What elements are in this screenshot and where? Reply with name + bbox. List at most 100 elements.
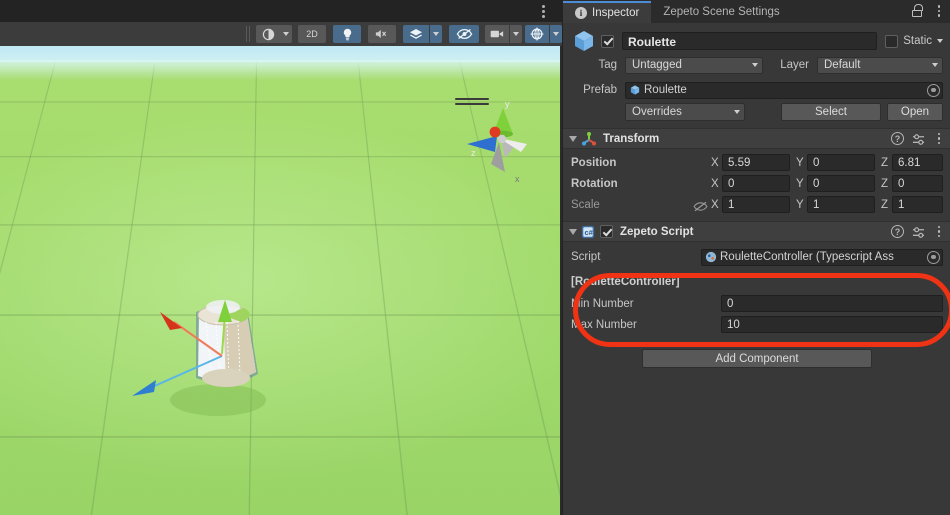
scene-camera-group[interactable] xyxy=(485,25,522,43)
static-toggle-group[interactable]: Static xyxy=(885,34,943,48)
scale-x-axis-label: X xyxy=(711,198,719,211)
zepeto-script-preset-icon[interactable] xyxy=(912,226,925,238)
roulette-controller-section-title: [RouletteController] xyxy=(571,276,680,288)
gizmo-x-label: x xyxy=(515,174,520,184)
zepeto-script-kebab-menu-icon[interactable] xyxy=(933,224,945,240)
shading-mode-icon[interactable] xyxy=(256,25,280,43)
scale-x-input[interactable]: 1 xyxy=(722,196,790,213)
inspector-kebab-menu-icon[interactable] xyxy=(933,3,945,19)
transform-preset-icon[interactable] xyxy=(912,133,925,145)
tab-zepeto-scene-settings-label: Zepeto Scene Settings xyxy=(663,6,780,18)
tab-zepeto-scene-settings[interactable]: Zepeto Scene Settings xyxy=(651,1,791,23)
gizmos-globe-icon[interactable] xyxy=(525,25,549,43)
script-label: Script xyxy=(571,251,601,263)
prefab-object-field[interactable]: Roulette xyxy=(625,81,943,99)
transform-kebab-menu-icon[interactable] xyxy=(933,131,945,147)
tab-inspector[interactable]: i Inspector xyxy=(563,1,652,23)
scene-visibility-toggle[interactable] xyxy=(449,25,479,43)
scale-z-input[interactable]: 1 xyxy=(892,196,943,213)
rotation-x-input[interactable]: 0 xyxy=(722,175,790,192)
position-z-input[interactable]: 6.81 xyxy=(892,154,943,171)
rotation-z-axis-label: Z xyxy=(881,177,889,190)
scene-effects-group[interactable] xyxy=(403,25,442,43)
horizon-haze xyxy=(0,60,560,80)
max-number-label: Max Number xyxy=(571,318,637,331)
scene-view-toolbar: 2D xyxy=(0,22,562,46)
scene-audio-toggle[interactable] xyxy=(368,25,396,43)
zepeto-script-foldout-icon[interactable] xyxy=(569,228,577,235)
mode-2d-label[interactable]: 2D xyxy=(298,25,326,43)
position-z-axis-label: Z xyxy=(881,156,889,169)
shading-mode-group[interactable] xyxy=(256,25,292,43)
script-value: RouletteController (Typescript Ass xyxy=(720,251,894,263)
script-target-dot-icon[interactable] xyxy=(927,250,940,264)
gameobject-enabled-checkbox[interactable] xyxy=(601,34,614,48)
lock-icon[interactable] xyxy=(912,4,923,18)
scale-label: Scale xyxy=(571,198,600,211)
scene-viewport[interactable]: y z x xyxy=(0,46,560,515)
toolbar-grip[interactable] xyxy=(246,26,252,42)
effects-chevron-down-icon[interactable] xyxy=(430,25,442,43)
lightbulb-icon[interactable] xyxy=(333,25,361,43)
constrain-proportions-off-icon[interactable] xyxy=(693,199,708,212)
prefab-open-button[interactable]: Open xyxy=(887,103,943,121)
tab-inspector-label: Inspector xyxy=(592,7,640,19)
scale-y-input[interactable]: 1 xyxy=(807,196,875,213)
gameobject-header: Roulette Static xyxy=(563,23,950,55)
prefab-row: Prefab Roulette xyxy=(563,79,950,101)
position-x-input[interactable]: 5.59 xyxy=(722,154,790,171)
scene-orientation-gizmo[interactable]: y z x xyxy=(455,94,551,190)
scene-lighting-toggle[interactable] xyxy=(333,25,361,43)
audio-mute-icon[interactable] xyxy=(368,25,396,43)
overrides-label: Overrides xyxy=(632,106,682,118)
position-label: Position xyxy=(571,156,617,169)
rotation-label: Rotation xyxy=(571,177,618,190)
transform-scale-row: Scale X 1 Y 1 Z 1 xyxy=(563,194,950,215)
inspector-tab-actions xyxy=(912,3,945,19)
gizmo-persp-lines-icon xyxy=(455,98,489,106)
csharp-script-icon: c# xyxy=(581,225,595,238)
eye-slash-icon[interactable] xyxy=(449,25,479,43)
overrides-dropdown[interactable]: Overrides xyxy=(625,103,745,121)
camera-icon[interactable] xyxy=(485,25,509,43)
gizmo-z-label: z xyxy=(471,148,476,158)
prefab-label: Prefab xyxy=(583,84,617,96)
transform-foldout-icon[interactable] xyxy=(569,135,577,142)
camera-chevron-down-icon[interactable] xyxy=(510,25,522,43)
mode-2d-toggle[interactable]: 2D xyxy=(298,25,326,43)
transform-help-icon[interactable]: ? xyxy=(891,132,904,145)
gizmos-chevron-down-icon[interactable] xyxy=(550,25,562,43)
layer-dropdown[interactable]: Default xyxy=(817,56,943,74)
max-number-input[interactable]: 10 xyxy=(721,316,943,333)
zepeto-script-enabled-checkbox[interactable] xyxy=(600,225,613,238)
tag-chevron-down-icon xyxy=(752,63,758,67)
zepeto-script-component-header[interactable]: c# Zepeto Script ? xyxy=(563,221,950,242)
zepeto-script-help-icon[interactable]: ? xyxy=(891,225,904,238)
scene-gizmos-group[interactable] xyxy=(525,25,562,43)
transform-component-header[interactable]: Transform ? xyxy=(563,128,950,149)
rotation-z-input[interactable]: 0 xyxy=(892,175,943,192)
effects-icon[interactable] xyxy=(403,25,429,43)
scene-kebab-menu-icon[interactable] xyxy=(536,3,550,19)
gameobject-name-input[interactable]: Roulette xyxy=(622,32,878,50)
tag-dropdown[interactable]: Untagged xyxy=(625,56,763,74)
transform-axis-icon xyxy=(582,131,596,145)
layer-label: Layer xyxy=(780,59,809,71)
selected-object-roulette[interactable] xyxy=(110,296,320,416)
transform-title: Transform xyxy=(603,132,660,145)
tag-value: Untagged xyxy=(632,59,682,71)
rotation-y-input[interactable]: 0 xyxy=(807,175,875,192)
tag-layer-row: Tag Untagged Layer Default xyxy=(563,55,950,75)
shading-mode-chevron-down-icon[interactable] xyxy=(280,25,292,43)
add-component-button[interactable]: Add Component xyxy=(642,349,872,368)
static-checkbox[interactable] xyxy=(885,34,899,48)
prefab-target-dot-icon[interactable] xyxy=(927,83,940,97)
layer-value: Default xyxy=(824,59,861,71)
roulette-controller-section-title-row: [RouletteController] xyxy=(563,271,950,293)
position-y-input[interactable]: 0 xyxy=(807,154,875,171)
min-number-input[interactable]: 0 xyxy=(721,295,943,312)
script-object-field[interactable]: RouletteController (Typescript Ass xyxy=(701,248,943,266)
prefab-select-button[interactable]: Select xyxy=(781,103,881,121)
scale-z-axis-label: Z xyxy=(881,198,889,211)
static-chevron-down-icon[interactable] xyxy=(937,39,943,43)
